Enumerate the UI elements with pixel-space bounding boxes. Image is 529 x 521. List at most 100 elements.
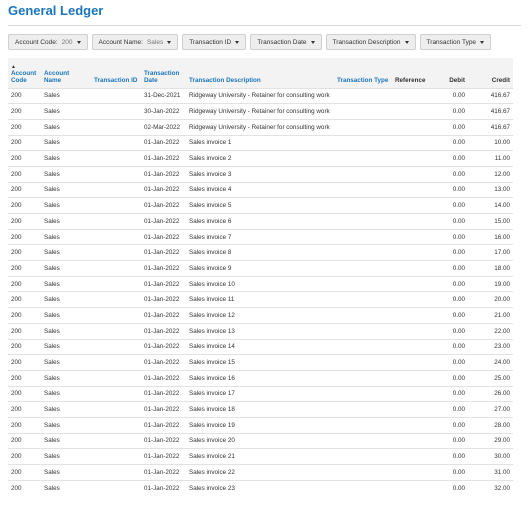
account-name-cell: Sales: [41, 181, 91, 198]
table-row[interactable]: 200 Sales 01-Jan-2022 Sales invoice 14 0.00 2…: [8, 338, 513, 355]
table-row[interactable]: 200 Sales 02-Mar-2022 Ridgeway University -…: [8, 118, 513, 136]
transaction-type-cell: [334, 322, 392, 339]
description-cell: Sales invoice 13: [186, 322, 334, 339]
table-row[interactable]: 200 Sales 01-Jan-2022 Sales invoice 22 0.00 3…: [8, 464, 513, 481]
transaction-id-cell: [91, 213, 141, 230]
table-row[interactable]: 200 Sales 01-Jan-2022 Sales invoice 6 0.00 15…: [8, 213, 513, 230]
table-row[interactable]: 200 Sales 31-Dec-2021 Ridgeway University -…: [8, 87, 513, 104]
transaction-id-cell: [91, 432, 141, 449]
transaction-type-cell: [334, 134, 392, 151]
transaction-id-cell: [91, 165, 141, 183]
reference-cell: [392, 354, 437, 371]
table-row[interactable]: 200 Sales 01-Jan-2022 Sales invoice 10 0.00 1…: [8, 275, 513, 292]
table-row[interactable]: 200 Sales 01-Jan-2022 Sales invoice 7 0.00 16…: [8, 228, 513, 245]
account-code-cell: 200: [8, 244, 41, 261]
credit-cell: 416.67: [468, 87, 513, 104]
table-row[interactable]: 200 Sales 01-Jan-2022 Sales invoice 5 0.00 14…: [8, 197, 513, 214]
account-name-cell: Sales: [41, 401, 91, 418]
reference-cell: [392, 244, 437, 261]
column-header-description[interactable]: Transaction Description: [186, 58, 334, 88]
debit-cell: 0.00: [437, 213, 468, 230]
column-header-transaction-date[interactable]: Transaction Date: [141, 58, 186, 88]
reference-cell: [392, 275, 437, 292]
debit-cell: 0.00: [437, 103, 468, 120]
credit-cell: 25.00: [468, 369, 513, 387]
credit-cell: 16.00: [468, 228, 513, 245]
transaction-type-cell: [334, 197, 392, 214]
debit-cell: 0.00: [437, 385, 468, 402]
column-header-transaction-type[interactable]: Transaction Type: [334, 58, 392, 88]
transaction-id-cell: [91, 181, 141, 198]
transaction-id-cell: [91, 307, 141, 324]
account-name-cell: Sales: [41, 338, 91, 355]
table-row[interactable]: 200 Sales 01-Jan-2022 Sales invoice 18 0.00 2…: [8, 401, 513, 418]
transaction-id-cell: [91, 291, 141, 308]
transaction-date-cell: 01-Jan-2022: [141, 464, 186, 481]
transaction-date-cell: 01-Jan-2022: [141, 260, 186, 277]
transaction-id-cell: [91, 369, 141, 387]
table-row[interactable]: 200 Sales 01-Jan-2022 Sales invoice 21 0.00 3…: [8, 448, 513, 465]
account-code-cell: 200: [8, 401, 41, 418]
transaction-id-cell: [91, 150, 141, 167]
account-name-cell: Sales: [41, 354, 91, 371]
table-row[interactable]: 200 Sales 01-Jan-2022 Sales invoice 1 0.00 10…: [8, 134, 513, 151]
transaction-date-cell: 01-Jan-2022: [141, 291, 186, 308]
filter-transaction-description[interactable]: Transaction Description: [325, 34, 416, 50]
transaction-date-cell: 02-Mar-2022: [141, 118, 186, 136]
transaction-date-cell: 01-Jan-2022: [141, 416, 186, 434]
transaction-type-cell: [334, 118, 392, 136]
table-row[interactable]: 200 Sales 01-Jan-2022 Sales invoice 16 0.00 2…: [8, 369, 513, 387]
table-row[interactable]: 200 Sales 01-Jan-2022 Sales invoice 11 0.00 2…: [8, 291, 513, 308]
credit-cell: 20.00: [468, 291, 513, 308]
debit-cell: 0.00: [437, 291, 468, 308]
reference-cell: [392, 307, 437, 324]
table-row[interactable]: 200 Sales 01-Jan-2022 Sales invoice 4 0.00 13…: [8, 181, 513, 198]
description-cell: Sales invoice 17: [186, 385, 334, 402]
account-name-cell: Sales: [41, 228, 91, 245]
credit-cell: 32.00: [468, 479, 513, 496]
table-row[interactable]: 200 Sales 01-Jan-2022 Sales invoice 9 0.00 18…: [8, 260, 513, 277]
credit-cell: 10.00: [468, 134, 513, 151]
description-cell: Sales invoice 23: [186, 479, 334, 496]
filter-label: Transaction Type: [426, 38, 477, 46]
account-name-cell: Sales: [41, 416, 91, 434]
account-name-cell: Sales: [41, 322, 91, 339]
filter-account-name[interactable]: Account Name: Sales: [91, 34, 179, 50]
table-row[interactable]: 200 Sales 01-Jan-2022 Sales invoice 20 0.00 2…: [8, 432, 513, 449]
table-row[interactable]: 200 Sales 01-Jan-2022 Sales invoice 13 0.00 2…: [8, 322, 513, 339]
table-row[interactable]: 200 Sales 01-Jan-2022 Sales invoice 2 0.00 11…: [8, 150, 513, 167]
account-name-cell: Sales: [41, 103, 91, 120]
credit-cell: 17.00: [468, 244, 513, 261]
table-row[interactable]: 200 Sales 01-Jan-2022 Sales invoice 17 0.00 2…: [8, 385, 513, 402]
reference-cell: [392, 385, 437, 402]
transaction-id-cell: [91, 197, 141, 214]
filter-transaction-id[interactable]: Transaction ID: [182, 34, 247, 50]
account-code-cell: 200: [8, 150, 41, 167]
account-name-cell: Sales: [41, 260, 91, 277]
description-cell: Sales invoice 16: [186, 369, 334, 387]
table-row[interactable]: 200 Sales 01-Jan-2022 Sales invoice 15 0.00 2…: [8, 354, 513, 371]
transaction-id-cell: [91, 260, 141, 277]
account-code-cell: 200: [8, 369, 41, 387]
transaction-id-cell: [91, 228, 141, 245]
transaction-date-cell: 01-Jan-2022: [141, 134, 186, 151]
transaction-type-cell: [334, 416, 392, 434]
filter-account-code[interactable]: Account Code: 200: [8, 34, 88, 50]
credit-cell: 416.67: [468, 118, 513, 136]
table-row[interactable]: 200 Sales 01-Jan-2022 Sales invoice 23 0.00 3…: [8, 479, 513, 496]
credit-cell: 11.00: [468, 150, 513, 167]
column-header-transaction-id[interactable]: Transaction ID: [91, 58, 141, 88]
filter-transaction-type[interactable]: Transaction Type: [419, 34, 492, 50]
debit-cell: 0.00: [437, 401, 468, 418]
table-row[interactable]: 200 Sales 01-Jan-2022 Sales invoice 3 0.00 12…: [8, 165, 513, 183]
column-header-account-code[interactable]: ▲ Account Code: [8, 58, 41, 88]
description-cell: Sales invoice 2: [186, 150, 334, 167]
table-row[interactable]: 200 Sales 01-Jan-2022 Sales invoice 19 0.00 2…: [8, 416, 513, 434]
account-name-cell: Sales: [41, 291, 91, 308]
column-header-account-name[interactable]: Account Name: [41, 58, 91, 88]
table-row[interactable]: 200 Sales 01-Jan-2022 Sales invoice 8 0.00 17…: [8, 244, 513, 261]
credit-cell: 22.00: [468, 322, 513, 339]
table-row[interactable]: 200 Sales 01-Jan-2022 Sales invoice 12 0.00 2…: [8, 307, 513, 324]
filter-transaction-date[interactable]: Transaction Date: [250, 34, 322, 50]
table-row[interactable]: 200 Sales 30-Jan-2022 Ridgeway University -…: [8, 103, 513, 120]
